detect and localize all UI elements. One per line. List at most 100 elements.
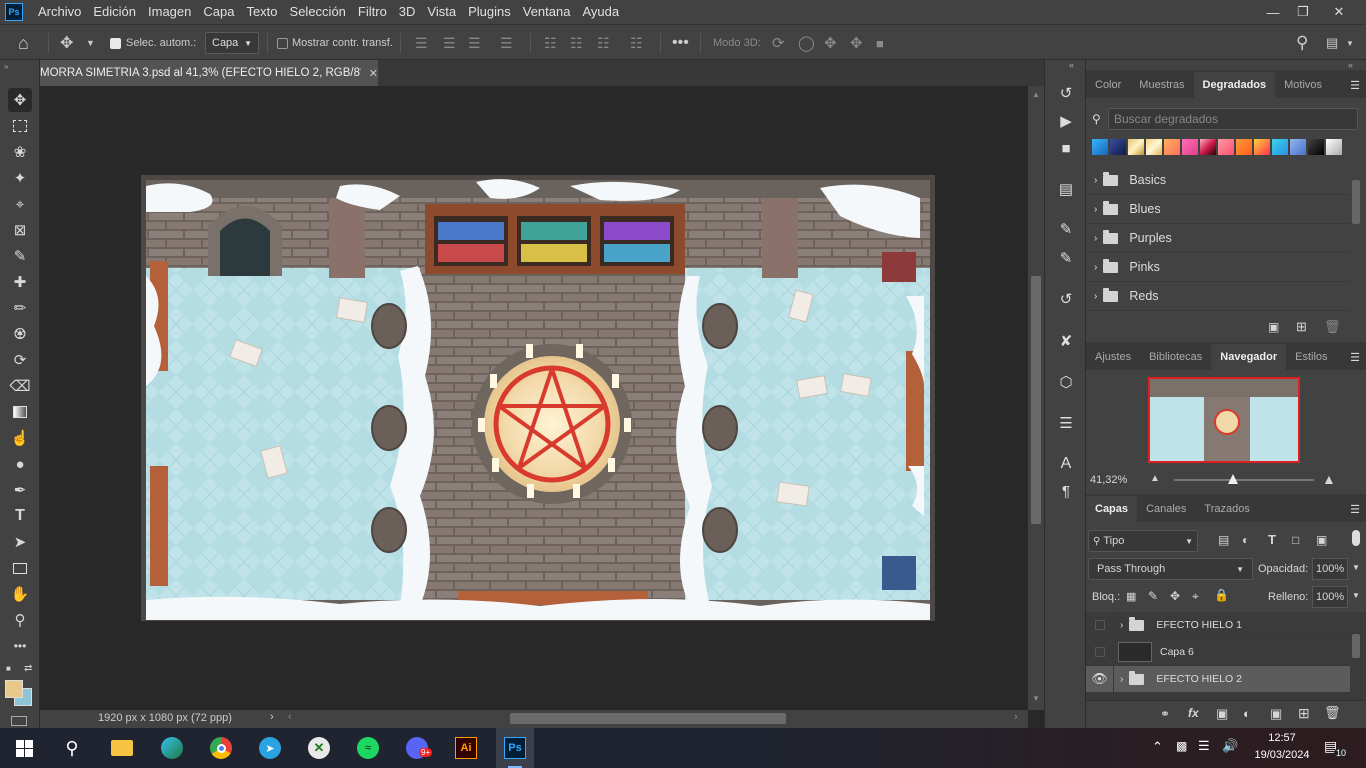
- scroll-up-icon[interactable]: ▲: [1032, 90, 1040, 99]
- zoom-out-icon[interactable]: ▲: [1150, 473, 1160, 484]
- chevron-down-icon[interactable]: ▼: [86, 25, 95, 61]
- tool-presets-icon[interactable]: ✘: [1055, 330, 1077, 352]
- paragraph-panel-icon[interactable]: ¶: [1055, 480, 1077, 502]
- filter-smart-object-icon[interactable]: ▣: [1316, 533, 1327, 547]
- layers-scroll-thumb[interactable]: [1352, 634, 1360, 658]
- character-panel-icon[interactable]: A: [1055, 453, 1077, 475]
- file-explorer-icon[interactable]: [108, 734, 136, 762]
- align-left-icon[interactable]: ☰: [415, 25, 428, 61]
- scroll-left-icon[interactable]: ‹: [288, 711, 292, 723]
- wifi-icon[interactable]: ☰: [1198, 738, 1210, 754]
- canvas-area[interactable]: [40, 86, 1028, 710]
- chrome-icon[interactable]: [207, 734, 235, 762]
- xbox-icon[interactable]: ✕: [305, 734, 333, 762]
- lock-image-icon[interactable]: ✎: [1148, 589, 1158, 603]
- gradient-tool-icon[interactable]: [8, 400, 32, 424]
- layer-row-selected[interactable]: 👁 › EFECTO HIELO 2: [1086, 665, 1350, 693]
- more-options-icon[interactable]: •••: [672, 25, 689, 61]
- distribute-icon[interactable]: ☰: [500, 25, 513, 61]
- slide-3d-icon[interactable]: ✥: [850, 25, 863, 61]
- fill-input[interactable]: 100%: [1312, 586, 1348, 608]
- discord-icon[interactable]: 9+: [403, 734, 433, 762]
- document-canvas[interactable]: [40, 86, 1028, 710]
- tab-adjustments[interactable]: Ajustes: [1086, 344, 1140, 370]
- telegram-icon[interactable]: ➤: [256, 734, 284, 762]
- filter-adjustment-icon[interactable]: ◐: [1242, 533, 1249, 547]
- hand-tool-icon[interactable]: ✋: [8, 582, 32, 606]
- clock-date[interactable]: 19/03/2024: [1248, 749, 1316, 761]
- windows-start-icon[interactable]: [10, 734, 38, 762]
- navigator-preview[interactable]: [1148, 377, 1300, 463]
- chevron-right-icon[interactable]: ›: [1120, 674, 1123, 685]
- vertical-scrollbar[interactable]: ▲ ▼: [1028, 86, 1044, 710]
- quick-mask-icon[interactable]: [11, 716, 27, 726]
- volume-icon[interactable]: 🔊: [1222, 738, 1238, 754]
- lock-position-icon[interactable]: ✥: [1170, 589, 1180, 603]
- gradient-scroll-thumb[interactable]: [1352, 180, 1360, 224]
- distribute-vertical-icon[interactable]: ☷: [630, 25, 643, 61]
- swap-colors-icon[interactable]: ⇄: [24, 663, 32, 674]
- align-bottom-icon[interactable]: ☷: [597, 25, 610, 61]
- chevron-right-icon[interactable]: ›: [1120, 620, 1123, 631]
- layer-row[interactable]: Capa 6: [1086, 638, 1350, 666]
- tab-styles[interactable]: Estilos: [1286, 344, 1336, 370]
- document-tab[interactable]: MORRA SIMETRIA 3.psd al 41,3% (EFECTO HI…: [40, 60, 378, 86]
- zoom-in-icon[interactable]: ▲: [1322, 471, 1336, 487]
- gradient-swatch[interactable]: [1254, 139, 1270, 155]
- link-layers-icon[interactable]: ⚭: [1160, 707, 1170, 721]
- history-brush-tool-icon[interactable]: ⟳: [8, 348, 32, 372]
- chevron-down-icon[interactable]: ▼: [1346, 25, 1354, 61]
- collapse-dock-icon[interactable]: «: [1069, 60, 1074, 70]
- chevron-down-icon[interactable]: ▼: [1352, 591, 1360, 600]
- search-icon[interactable]: ⚲: [1296, 25, 1308, 61]
- gradient-swatch[interactable]: [1218, 139, 1234, 155]
- show-transform-checkbox[interactable]: [277, 37, 288, 49]
- gradient-swatch[interactable]: [1272, 139, 1288, 155]
- menu-ayuda[interactable]: Ayuda: [576, 0, 625, 24]
- brushes-panel-icon[interactable]: ✎: [1055, 247, 1077, 269]
- tab-gradients[interactable]: Degradados: [1193, 72, 1276, 98]
- move-tool-icon[interactable]: ✥: [8, 88, 32, 112]
- adjustment-layer-icon[interactable]: ◐: [1243, 706, 1251, 721]
- default-colors-icon[interactable]: ■: [6, 664, 11, 673]
- dodge-tool-icon[interactable]: ●: [8, 452, 32, 476]
- align-top-icon[interactable]: ☷: [544, 25, 557, 61]
- menu-vista[interactable]: Vista: [421, 0, 462, 24]
- spotify-icon[interactable]: ≈: [354, 734, 382, 762]
- close-window-button[interactable]: ✕: [1322, 0, 1356, 24]
- filter-type-icon[interactable]: T: [1268, 532, 1276, 547]
- layer-kind-filter[interactable]: ⚲ Tipo ▼: [1088, 530, 1198, 552]
- horizontal-scroll-thumb[interactable]: [510, 713, 786, 724]
- tab-libraries[interactable]: Bibliotecas: [1140, 344, 1211, 370]
- gradient-swatch[interactable]: [1290, 139, 1306, 155]
- auto-select-checkbox[interactable]: [110, 37, 121, 49]
- pan-3d-icon[interactable]: ✥: [824, 25, 837, 61]
- lock-artboard-icon[interactable]: ⌖: [1192, 589, 1199, 604]
- crop-tool-icon[interactable]: ⌖: [8, 192, 32, 216]
- gradient-swatch[interactable]: [1182, 139, 1198, 155]
- type-tool-icon[interactable]: T: [8, 504, 32, 528]
- filter-toggle[interactable]: [1352, 530, 1360, 546]
- fx-icon[interactable]: fx: [1188, 706, 1199, 720]
- delete-icon[interactable]: 🗑: [1324, 705, 1341, 721]
- gradient-swatch[interactable]: [1092, 139, 1108, 155]
- add-mask-icon[interactable]: ▣: [1216, 706, 1228, 722]
- histogram-panel-icon[interactable]: ▤: [1055, 178, 1077, 200]
- eyedropper-tool-icon[interactable]: ✎: [8, 244, 32, 268]
- marquee-tool-icon[interactable]: [8, 114, 32, 138]
- gradient-swatch[interactable]: [1236, 139, 1252, 155]
- folder-reds[interactable]: › Reds: [1086, 282, 1350, 311]
- minimize-button[interactable]: —: [1256, 0, 1290, 24]
- clone-source-icon[interactable]: ↺: [1055, 288, 1077, 310]
- smudge-tool-icon[interactable]: ☝: [8, 426, 32, 450]
- panel-menu-icon[interactable]: ☰: [1350, 351, 1360, 364]
- new-gradient-icon[interactable]: ⊞: [1296, 319, 1307, 335]
- visibility-toggle[interactable]: [1086, 638, 1114, 666]
- new-group-icon[interactable]: ▣: [1268, 320, 1279, 334]
- collapse-icon[interactable]: »: [4, 62, 8, 71]
- healing-brush-tool-icon[interactable]: ✚: [8, 270, 32, 294]
- menu-plugins[interactable]: Plugins: [462, 0, 517, 24]
- align-middle-icon[interactable]: ☷: [570, 25, 583, 61]
- illustrator-icon[interactable]: Ai: [452, 734, 480, 762]
- pen-tool-icon[interactable]: ✒: [8, 478, 32, 502]
